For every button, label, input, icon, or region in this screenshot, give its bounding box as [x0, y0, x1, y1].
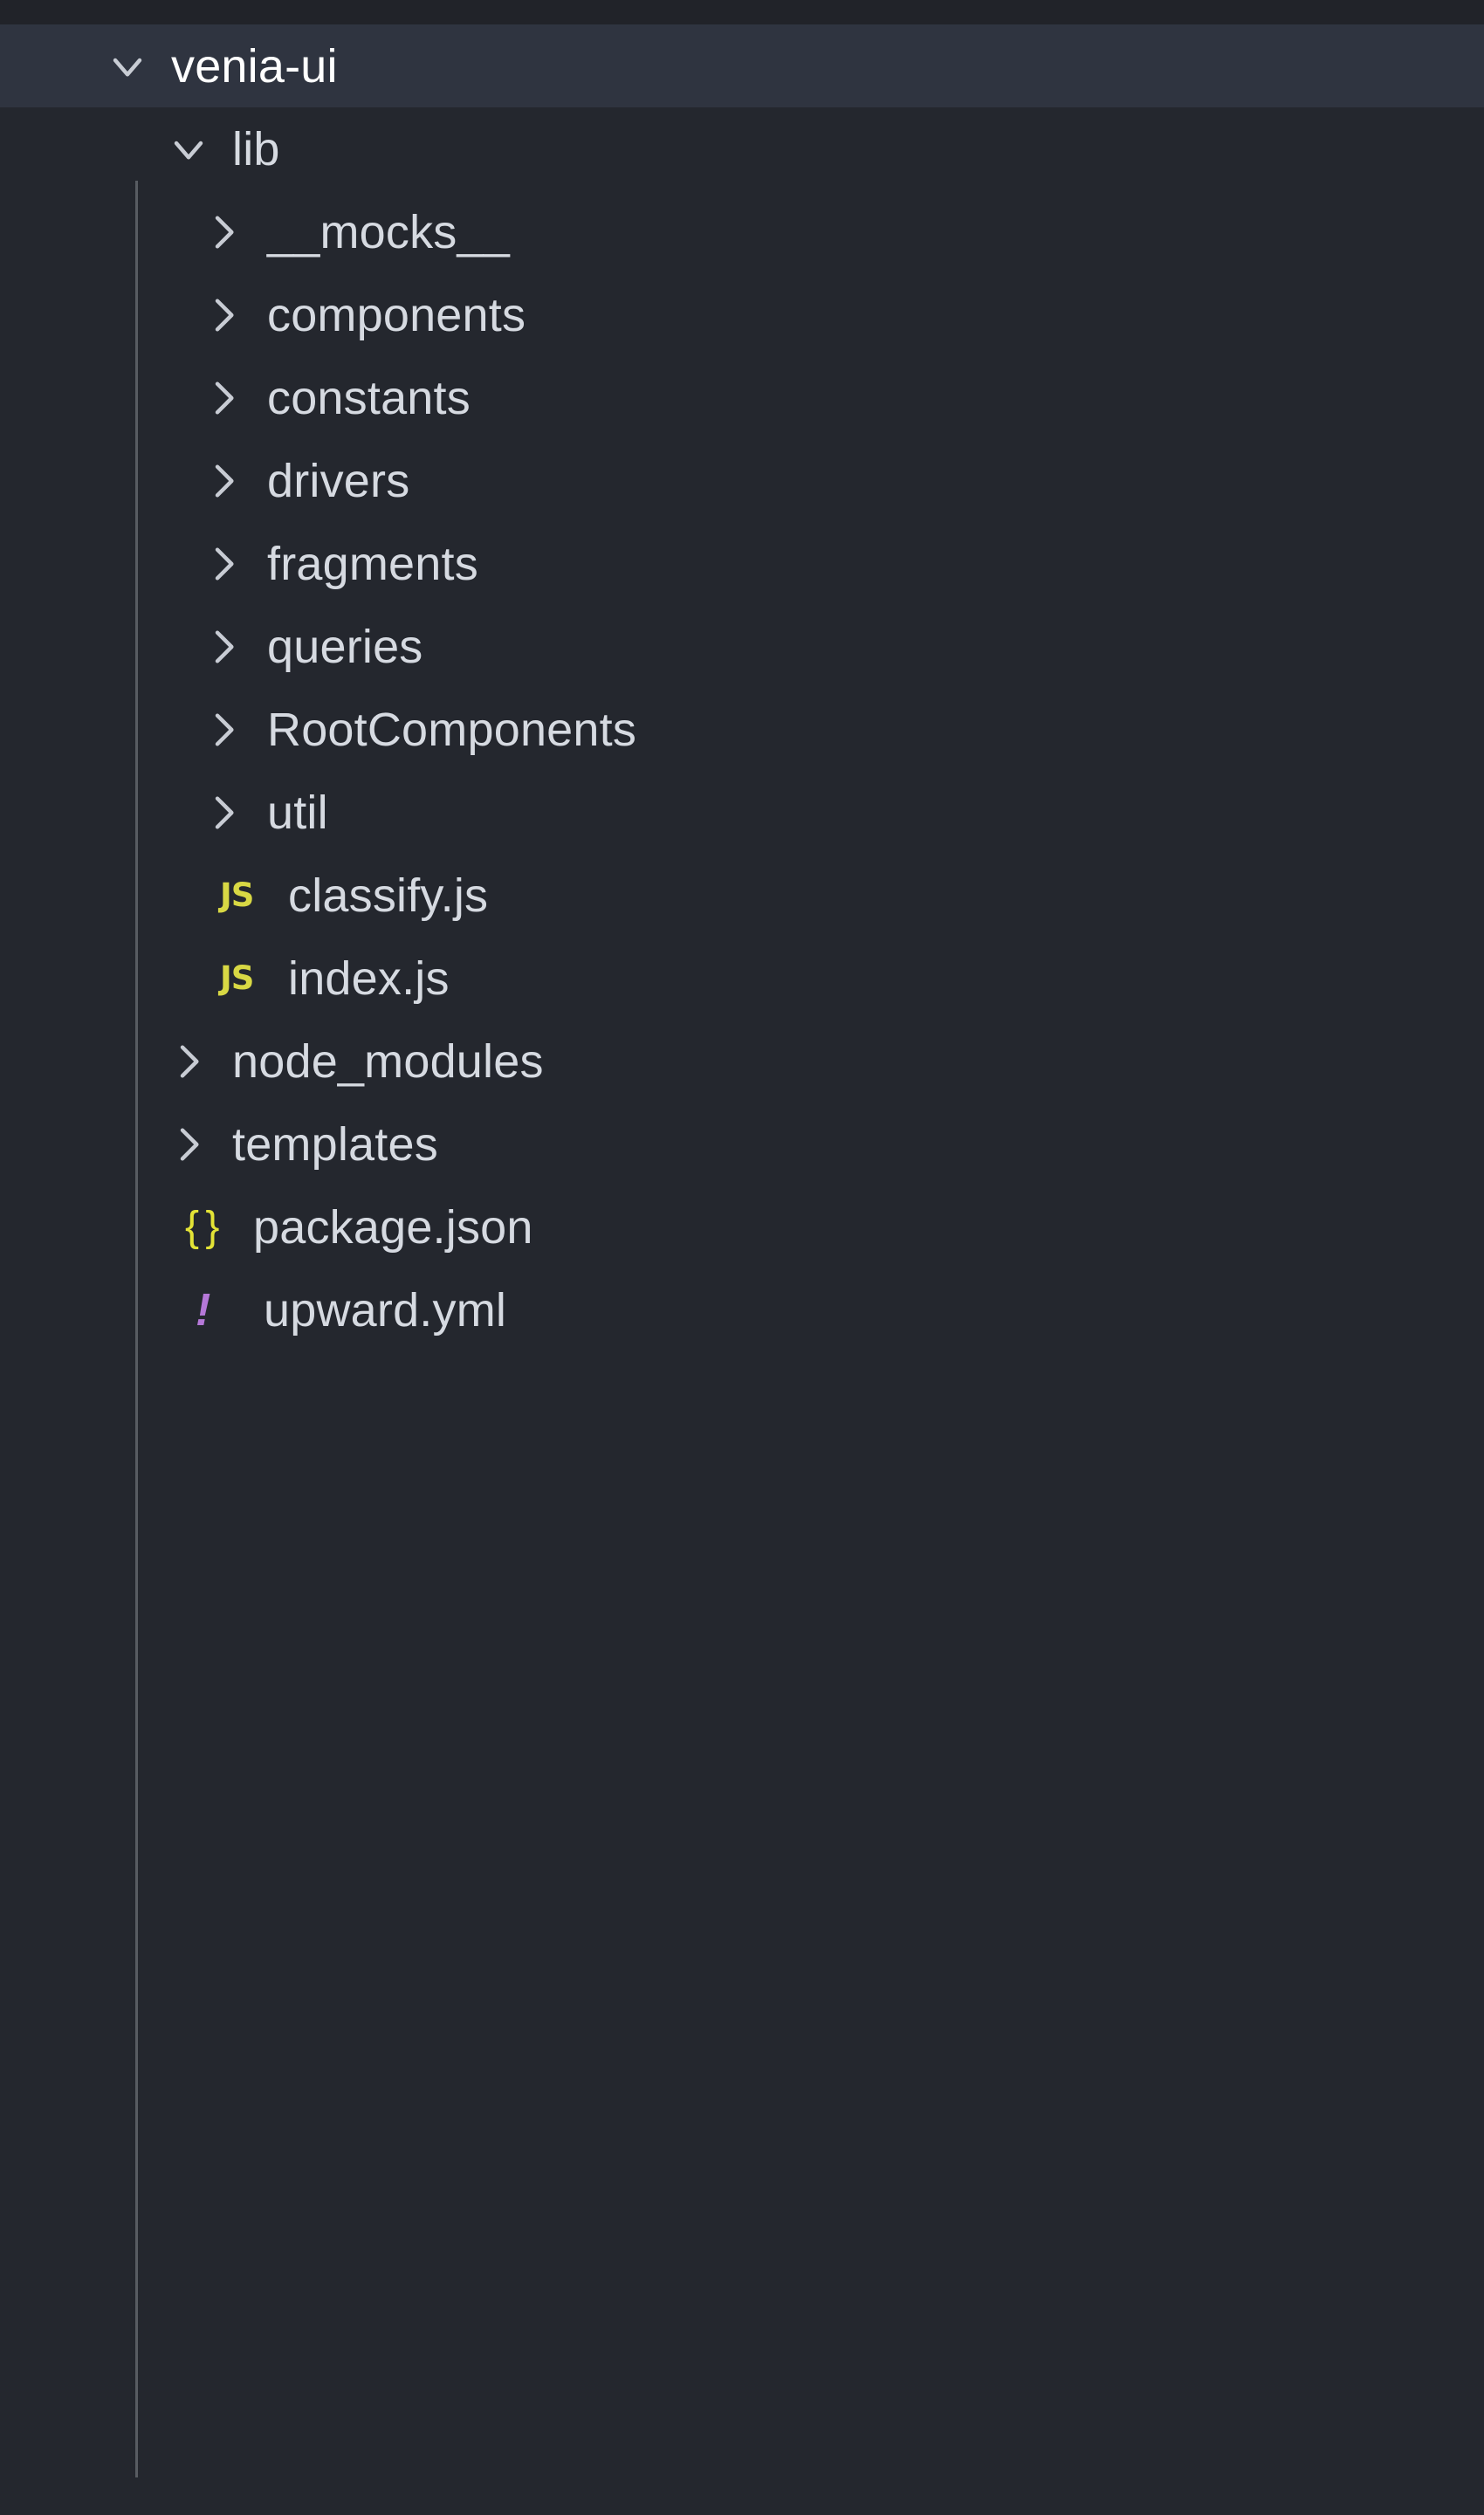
chevron-right-icon[interactable]: [199, 374, 264, 423]
tree-row-rootcomponents[interactable]: RootComponents: [0, 688, 1484, 771]
chevron-right-icon[interactable]: [199, 291, 264, 340]
tree-row-util[interactable]: util: [0, 771, 1484, 854]
tree-row-fragments[interactable]: fragments: [0, 522, 1484, 605]
tree-row-label: node_modules: [232, 1034, 544, 1088]
tree-row-mocks[interactable]: __mocks__: [0, 190, 1484, 273]
chevron-down-icon[interactable]: [103, 42, 168, 91]
chevron-right-icon[interactable]: [164, 1120, 229, 1169]
tree-row-label: templates: [232, 1117, 438, 1171]
tree-row-label: constants: [267, 371, 471, 424]
tree-row-label: queries: [267, 620, 423, 673]
tree-row-label: components: [267, 288, 526, 341]
tree-row-label: index.js: [288, 952, 450, 1005]
tree-row-label: util: [267, 786, 328, 839]
tree-row-label: lib: [232, 122, 280, 175]
chevron-right-icon[interactable]: [199, 622, 264, 671]
tree-row-label: venia-ui: [171, 39, 338, 93]
tree-row-label: fragments: [267, 537, 478, 590]
tree-row-label: RootComponents: [267, 703, 637, 756]
tree-row-upward-yml[interactable]: ! upward.yml: [0, 1268, 1484, 1351]
chevron-right-icon[interactable]: [199, 705, 264, 754]
tree-row-venia-ui[interactable]: venia-ui: [0, 24, 1484, 107]
tree-rows: venia-ui lib __mocks__ components consta…: [0, 24, 1484, 2477]
js-file-icon: JS: [220, 876, 254, 914]
tree-row-constants[interactable]: constants: [0, 356, 1484, 439]
chevron-down-icon[interactable]: [164, 125, 229, 174]
tree-row-components[interactable]: components: [0, 273, 1484, 356]
tree-row-label: classify.js: [288, 869, 489, 922]
tree-row-package-json[interactable]: { } package.json: [0, 1185, 1484, 1268]
chevron-right-icon[interactable]: [199, 539, 264, 588]
tree-row-label: drivers: [267, 454, 410, 507]
json-file-icon: { }: [185, 1204, 219, 1250]
tree-row-node-modules[interactable]: node_modules: [0, 1020, 1484, 1103]
chevron-right-icon[interactable]: [199, 788, 264, 837]
tree-row-index-js[interactable]: JS index.js: [0, 937, 1484, 1020]
tree-row-templates[interactable]: templates: [0, 1103, 1484, 1185]
file-explorer-tree: venia-ui lib __mocks__ components consta…: [0, 0, 1484, 2515]
tree-row-classify-js[interactable]: JS classify.js: [0, 854, 1484, 937]
yml-file-icon: !: [196, 1284, 211, 1336]
scrolled-row-sliver: [0, 0, 1484, 24]
chevron-right-icon[interactable]: [164, 1037, 229, 1086]
tree-row-lib[interactable]: lib: [0, 107, 1484, 190]
tree-row-queries[interactable]: queries: [0, 605, 1484, 688]
tree-row-label: upward.yml: [264, 1283, 507, 1337]
chevron-right-icon[interactable]: [199, 457, 264, 505]
chevron-right-icon[interactable]: [199, 208, 264, 257]
tree-row-label: package.json: [253, 1200, 533, 1254]
js-file-icon: JS: [220, 959, 254, 997]
tree-row-label: __mocks__: [267, 205, 510, 258]
tree-row-drivers[interactable]: drivers: [0, 439, 1484, 522]
